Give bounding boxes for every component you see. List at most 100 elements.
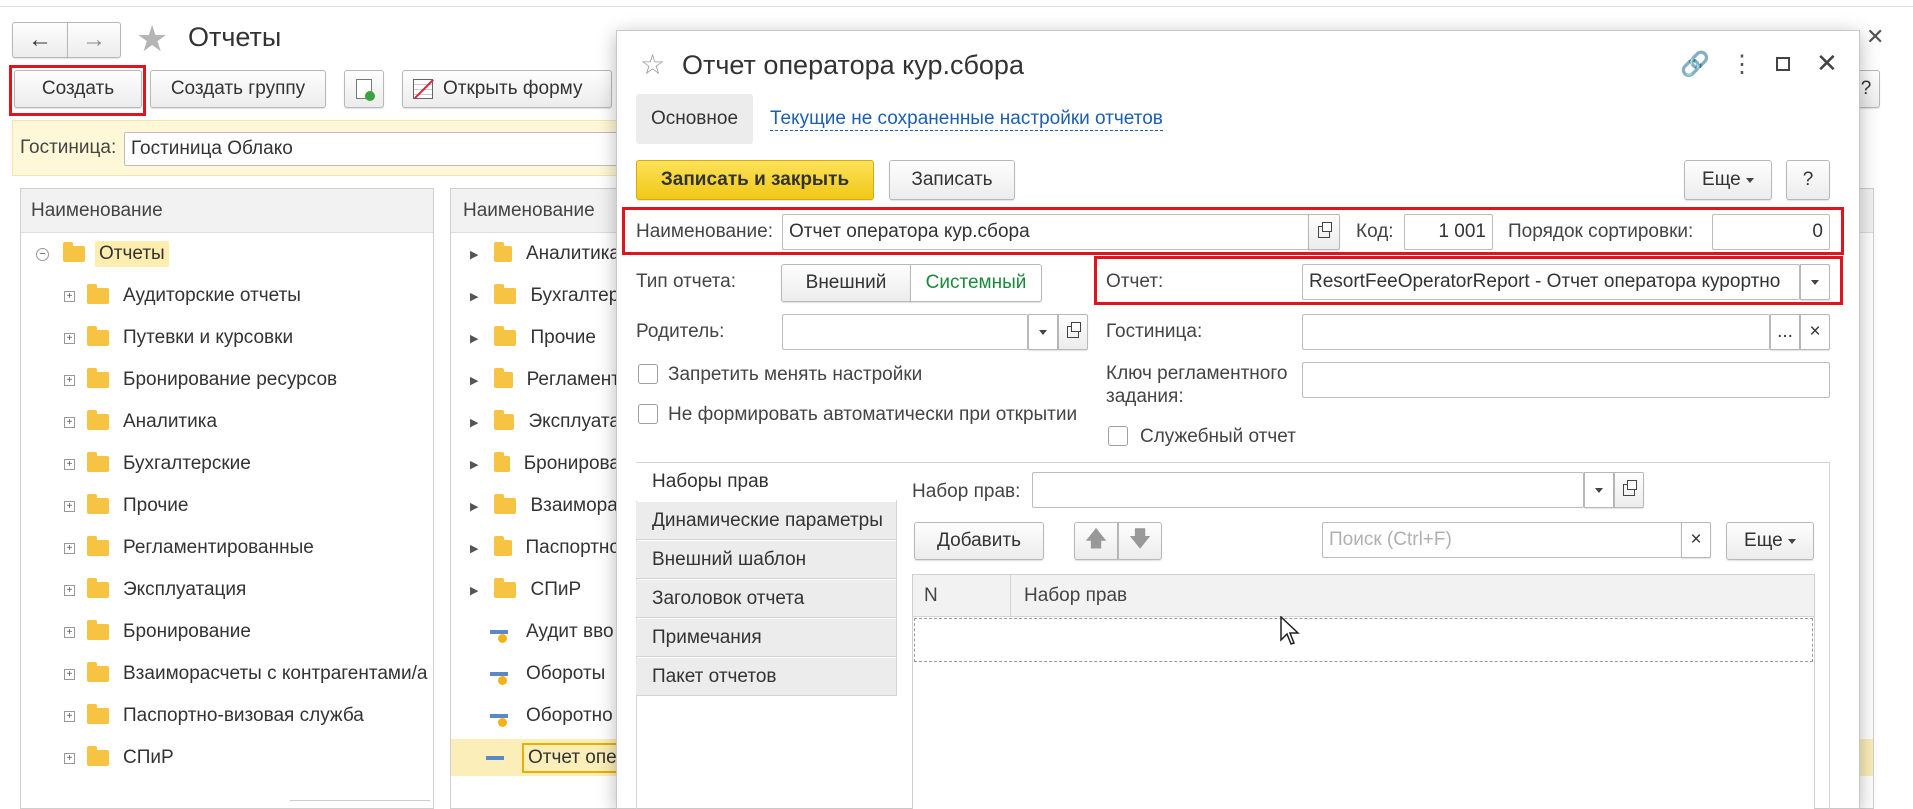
side-tab[interactable]: Заголовок отчета	[636, 580, 897, 618]
side-tab[interactable]: Примечания	[636, 619, 897, 657]
table-row[interactable]	[914, 618, 1813, 662]
tree-root[interactable]: − Отчеты	[36, 233, 426, 275]
rights-set-field[interactable]	[1032, 472, 1584, 508]
expand-icon[interactable]: +	[64, 500, 75, 512]
more-vertical-icon[interactable]: ⋮	[1730, 50, 1754, 79]
list-item[interactable]: ▶ СПиР	[470, 569, 620, 611]
list-item[interactable]: ▶ Бронирова	[470, 443, 620, 485]
expand-triangle-icon[interactable]: ▶	[470, 416, 478, 429]
expand-icon[interactable]: +	[64, 542, 75, 554]
name-field[interactable]: Отчет оператора кур.сбора	[782, 214, 1309, 250]
link-icon[interactable]: 🔗	[1680, 50, 1710, 79]
tree-item[interactable]: + Бухгалтерские	[64, 443, 430, 485]
sort-order-field[interactable]: 0	[1712, 214, 1830, 250]
main-close-icon[interactable]: ✕	[1866, 24, 1884, 50]
tree-item[interactable]: + Аналитика	[64, 401, 430, 443]
expand-icon[interactable]: +	[64, 584, 75, 596]
parent-field[interactable]	[782, 314, 1028, 350]
expand-triangle-icon[interactable]: ▶	[470, 542, 478, 555]
list-item[interactable]: ▶ Взаимора	[470, 485, 620, 527]
report-item[interactable]: Обороты	[490, 653, 620, 695]
code-field[interactable]: 1 001	[1404, 214, 1493, 250]
parent-dropdown-button[interactable]	[1028, 314, 1058, 350]
move-down-button[interactable]: 🡇	[1118, 522, 1162, 560]
report-item[interactable]: Оборотно	[490, 695, 620, 737]
collapse-icon[interactable]: −	[36, 247, 49, 261]
tab-main[interactable]: Основное	[636, 94, 753, 144]
selected-report-row[interactable]: Отчет опе	[486, 737, 636, 779]
hotel-select-button[interactable]: ...	[1770, 314, 1800, 350]
tree-item[interactable]: + Регламентированные	[64, 527, 430, 569]
expand-icon[interactable]: +	[64, 626, 75, 638]
expand-icon[interactable]: +	[64, 458, 75, 470]
side-tab[interactable]: Внешний шаблон	[636, 541, 897, 579]
rights-open-button[interactable]	[1614, 472, 1644, 508]
more-button-2[interactable]: Еще	[1726, 522, 1814, 560]
expand-triangle-icon[interactable]: ▶	[470, 458, 478, 471]
report-dropdown-button[interactable]	[1800, 264, 1830, 300]
parent-open-button[interactable]	[1058, 314, 1088, 350]
search-input[interactable]: Поиск (Ctrl+F)	[1322, 522, 1682, 558]
side-tab[interactable]: Динамические параметры	[636, 502, 897, 540]
expand-triangle-icon[interactable]: ▶	[470, 248, 478, 261]
expand-icon[interactable]: +	[64, 416, 75, 428]
dialog-hotel-field[interactable]	[1302, 314, 1770, 350]
list-item[interactable]: ▶ Эксплуата	[470, 401, 620, 443]
expand-icon[interactable]: +	[64, 668, 75, 680]
service-report-checkbox[interactable]	[1108, 426, 1128, 446]
col-n-header[interactable]: N	[924, 585, 938, 607]
hotel-clear-button[interactable]: ×	[1800, 314, 1830, 350]
expand-icon[interactable]: +	[64, 710, 75, 722]
maximize-icon[interactable]	[1776, 57, 1790, 71]
no-auto-form-checkbox[interactable]	[638, 404, 658, 424]
side-tab[interactable]: Пакет отчетов	[636, 658, 897, 696]
expand-icon[interactable]: +	[64, 290, 75, 302]
expand-triangle-icon[interactable]: ▶	[470, 500, 478, 513]
create-button[interactable]: Создать	[14, 70, 142, 108]
dialog-help-button[interactable]: ?	[1786, 160, 1830, 200]
favorite-star-icon[interactable]: ★	[136, 18, 168, 60]
copy-doc-button[interactable]	[344, 70, 384, 108]
type-external-button[interactable]: Внешний	[781, 264, 911, 302]
tree-item[interactable]: + Бронирование	[64, 611, 430, 653]
report-select-field[interactable]: ResortFeeOperatorReport - Отчет оператор…	[1302, 264, 1800, 300]
list-item[interactable]: ▶ Бухгалтер	[470, 275, 620, 317]
left-scrollbar[interactable]	[290, 800, 430, 809]
tree-item[interactable]: + Путевки и курсовки	[64, 317, 430, 359]
side-tab[interactable]: Наборы прав	[636, 463, 897, 501]
move-up-button[interactable]: 🡅	[1074, 522, 1118, 560]
hotel-filter-input[interactable]: Гостиница Облако	[124, 132, 624, 166]
list-item[interactable]: ▶ Аналитика	[470, 233, 620, 275]
list-item[interactable]: ▶ Регламент	[470, 359, 620, 401]
dialog-favorite-star-icon[interactable]: ☆	[640, 48, 665, 81]
tree-item[interactable]: + Эксплуатация	[64, 569, 430, 611]
tree-item[interactable]: + Паспортно-визовая служба	[64, 695, 430, 737]
tree-item[interactable]: + Взаиморасчеты с контрагентами/а	[64, 653, 430, 695]
expand-triangle-icon[interactable]: ▶	[470, 332, 478, 345]
list-item[interactable]: ▶ Паспортно	[470, 527, 620, 569]
rights-dropdown-button[interactable]	[1584, 472, 1614, 508]
name-open-button[interactable]	[1308, 214, 1340, 250]
nav-forward-button[interactable]: →	[67, 22, 121, 58]
tree-item[interactable]: + СПиР	[64, 737, 430, 779]
expand-icon[interactable]: +	[64, 332, 75, 344]
save-button[interactable]: Записать	[889, 160, 1015, 200]
nav-back-button[interactable]: ←	[12, 22, 68, 58]
add-button[interactable]: Добавить	[914, 522, 1044, 560]
dialog-close-icon[interactable]: ✕	[1816, 48, 1838, 79]
col-rights-header[interactable]: Набор прав	[1024, 585, 1127, 607]
expand-triangle-icon[interactable]: ▶	[470, 584, 478, 597]
unsaved-settings-link[interactable]: Текущие не сохраненные настройки отчетов	[770, 108, 1163, 131]
tree-item[interactable]: + Аудиторские отчеты	[64, 275, 430, 317]
list-item[interactable]: ▶ Прочие	[470, 317, 620, 359]
expand-triangle-icon[interactable]: ▶	[470, 374, 478, 387]
search-clear-button[interactable]: ×	[1681, 522, 1711, 558]
open-form-button[interactable]: Открыть форму	[402, 70, 612, 108]
expand-triangle-icon[interactable]: ▶	[470, 290, 478, 303]
expand-icon[interactable]: +	[64, 752, 75, 764]
expand-icon[interactable]: +	[64, 374, 75, 386]
forbid-settings-checkbox[interactable]	[638, 364, 658, 384]
tree-item[interactable]: + Бронирование ресурсов	[64, 359, 430, 401]
save-close-button[interactable]: Записать и закрыть	[636, 160, 874, 200]
tree-item[interactable]: + Прочие	[64, 485, 430, 527]
